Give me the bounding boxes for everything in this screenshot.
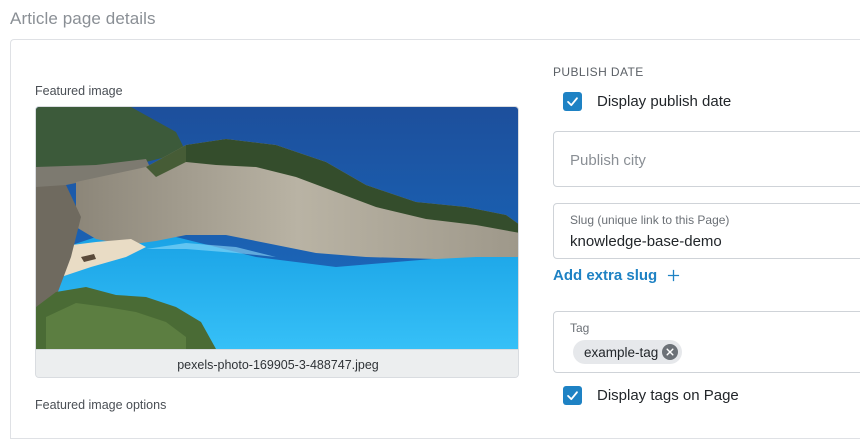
tag-caption: Tag xyxy=(570,321,590,335)
close-circle-icon xyxy=(666,348,674,356)
display-tags-label: Display tags on Page xyxy=(597,386,739,404)
display-publish-date-label: Display publish date xyxy=(597,92,732,110)
publish-city-input[interactable] xyxy=(570,150,850,170)
add-extra-slug-label: Add extra slug xyxy=(553,267,658,284)
featured-image-card[interactable]: pexels-photo-169905-3-488747.jpeg xyxy=(35,106,519,378)
publish-date-heading: PUBLISH DATE xyxy=(553,65,644,79)
featured-image-label: Featured image xyxy=(35,84,123,98)
display-tags-checkbox-row[interactable]: Display tags on Page xyxy=(563,384,739,406)
tag-remove-button[interactable] xyxy=(662,344,679,360)
publish-city-field[interactable] xyxy=(553,131,860,187)
plus-icon xyxy=(668,269,680,282)
featured-image-options-label: Featured image options xyxy=(35,398,167,412)
check-icon xyxy=(567,96,578,106)
tag-field[interactable]: Tag example-tag xyxy=(553,311,860,373)
display-publish-date-checkbox-row[interactable]: Display publish date xyxy=(563,90,731,112)
tag-chip: example-tag xyxy=(573,340,683,364)
tag-chip-label: example-tag xyxy=(584,344,659,360)
page-title: Article page details xyxy=(10,9,156,28)
display-tags-checkbox[interactable] xyxy=(563,385,582,405)
check-icon xyxy=(567,390,578,400)
featured-image-filename: pexels-photo-169905-3-488747.jpeg xyxy=(36,349,518,377)
slug-input[interactable] xyxy=(570,231,850,251)
slug-field[interactable]: Slug (unique link to this Page) xyxy=(553,203,860,259)
slug-caption: Slug (unique link to this Page) xyxy=(570,213,730,227)
featured-image-photo[interactable] xyxy=(36,107,519,349)
add-extra-slug-button[interactable]: Add extra slug xyxy=(553,267,680,284)
display-publish-date-checkbox[interactable] xyxy=(563,91,582,111)
